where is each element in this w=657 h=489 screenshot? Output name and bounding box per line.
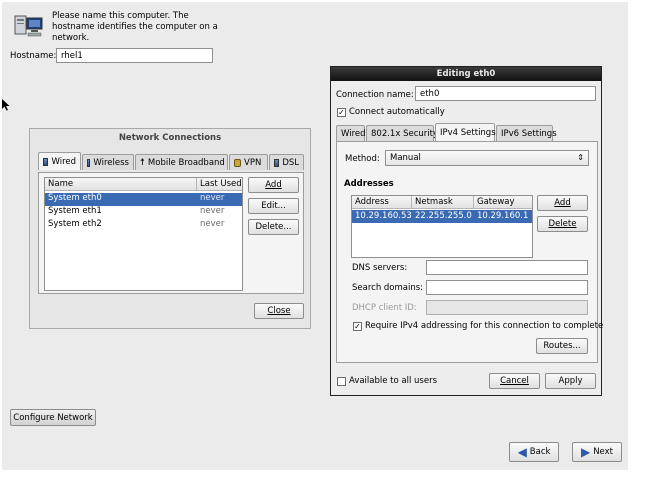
connect-automatically-label: Connect automatically — [349, 107, 445, 117]
connection-name-input[interactable]: eth0 — [415, 86, 596, 101]
table-row[interactable]: 10.29.160.53 22.255.255.0 10.29.160.1 — [352, 210, 532, 223]
back-arrow-icon: ◀ — [517, 445, 527, 459]
dhcp-client-id-label: DHCP client ID: — [352, 303, 417, 313]
editing-connection-dialog: Editing eth0 Connection name: eth0 ✓ Con… — [330, 66, 603, 396]
close-button[interactable]: Close — [254, 303, 304, 319]
table-header: Address Netmask Gateway — [352, 196, 532, 209]
dsl-icon — [274, 158, 280, 167]
list-header: Name Last Used — [45, 178, 242, 191]
list-item[interactable]: System eth0 never — [45, 193, 242, 206]
available-to-all-users-checkbox[interactable] — [337, 377, 346, 386]
dhcp-client-id-input — [426, 300, 588, 315]
ipv4-panel: Method: Manual ⇕ Addresses Address Netma… — [336, 141, 603, 363]
updown-arrows-icon: ⇕ — [577, 153, 584, 162]
next-button[interactable]: ▶ Next — [572, 442, 622, 462]
tab-ipv4-settings[interactable]: IPv4 Settings — [435, 123, 496, 141]
add-address-button[interactable]: Add — [537, 195, 588, 211]
lock-icon — [234, 158, 241, 167]
configure-network-button[interactable]: Configure Network — [10, 409, 96, 426]
hostname-label: Hostname: — [10, 51, 57, 61]
connection-name-label: Connection name: — [336, 90, 414, 100]
dns-servers-input[interactable] — [426, 260, 588, 275]
tab-ipv6-settings[interactable]: IPv6 Settings — [496, 125, 557, 141]
tab-panel: Name Last Used System eth0 never System e… — [38, 172, 304, 294]
network-connections-dialog: Network Connections Wired Wireless ☨ Mobi… — [29, 128, 311, 329]
dialog-title: Network Connections — [118, 133, 222, 143]
tab-wired[interactable]: Wired — [336, 125, 366, 141]
available-to-all-users-label: Available to all users — [349, 376, 438, 386]
computer-icon — [14, 14, 44, 40]
addresses-table[interactable]: Address Netmask Gateway 10.29.160.53 22.… — [351, 195, 533, 258]
edit-connection-button[interactable]: Edit... — [248, 198, 299, 214]
dialog-title: Editing eth0 — [436, 69, 496, 79]
delete-connection-button[interactable]: Delete... — [248, 219, 299, 235]
addresses-title: Addresses — [344, 179, 394, 189]
add-connection-button[interactable]: Add — [248, 177, 299, 193]
connection-type-tabs: Wired Wireless ☨ Mobile Broadband VPN DSL — [38, 152, 304, 172]
list-item[interactable]: System eth1 never — [45, 206, 242, 219]
tab-dsl[interactable]: DSL — [269, 154, 304, 170]
apply-button[interactable]: Apply — [545, 373, 596, 389]
hostname-input[interactable]: rhel1 — [56, 48, 213, 63]
require-ipv4-checkbox[interactable]: ✓ — [353, 322, 362, 331]
wired-icon — [43, 157, 49, 166]
tab-mobile-broadband[interactable]: ☨ Mobile Broadband — [135, 154, 228, 170]
antenna-icon: ☨ — [140, 157, 145, 168]
tab-8021x-security[interactable]: 802.1x Security — [366, 125, 438, 141]
column-address[interactable]: Address — [355, 197, 389, 207]
dialog-titlebar: Editing eth0 — [331, 67, 601, 81]
tab-wired[interactable]: Wired — [38, 152, 81, 170]
back-button[interactable]: ◀ Back — [509, 442, 559, 462]
column-gateway[interactable]: Gateway — [477, 197, 515, 207]
connections-list[interactable]: Name Last Used System eth0 never System e… — [44, 177, 243, 291]
search-domains-label: Search domains: — [352, 283, 424, 293]
tab-wireless[interactable]: Wireless — [82, 154, 134, 170]
wireless-icon — [87, 158, 91, 167]
intro-text: Please name this computer. The hostname … — [52, 11, 218, 43]
mouse-cursor-icon — [2, 99, 10, 111]
next-arrow-icon: ▶ — [580, 445, 591, 459]
list-item[interactable]: System eth2 never — [45, 219, 242, 232]
delete-address-button[interactable]: Delete — [537, 216, 588, 232]
column-name[interactable]: Name — [48, 179, 73, 189]
search-domains-input[interactable] — [426, 280, 588, 295]
method-select[interactable]: Manual ⇕ — [385, 150, 589, 166]
cancel-button[interactable]: Cancel — [489, 373, 540, 389]
connect-automatically-checkbox[interactable]: ✓ — [337, 108, 346, 117]
column-last-used[interactable]: Last Used — [200, 179, 242, 189]
column-netmask[interactable]: Netmask — [415, 197, 453, 207]
routes-button[interactable]: Routes... — [536, 338, 588, 354]
tab-vpn[interactable]: VPN — [229, 154, 268, 170]
require-ipv4-label: Require IPv4 addressing for this connect… — [365, 321, 604, 331]
method-label: Method: — [345, 154, 380, 164]
dns-servers-label: DNS servers: — [352, 263, 408, 273]
